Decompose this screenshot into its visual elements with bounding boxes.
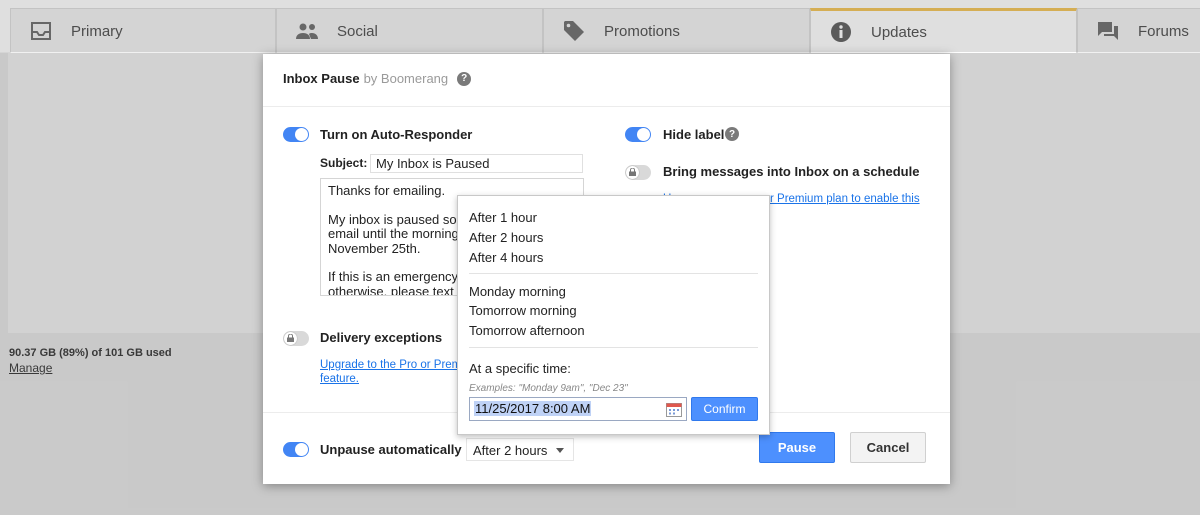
link-line: feature. (320, 373, 359, 385)
unpause-select-value: After 2 hours (473, 443, 548, 458)
option-after-4-hours[interactable]: After 4 hours (469, 250, 543, 265)
divider (263, 106, 950, 107)
confirm-button[interactable]: Confirm (691, 397, 758, 421)
help-icon[interactable]: ? (725, 127, 739, 141)
info-icon (829, 20, 853, 44)
pause-button[interactable]: Pause (759, 432, 835, 463)
dialog-byline: by Boomerang (363, 71, 449, 86)
tab-label: Updates (871, 23, 927, 41)
option-tomorrow-morning[interactable]: Tomorrow morning (469, 303, 577, 318)
cancel-button[interactable]: Cancel (850, 432, 926, 463)
popup-divider (469, 273, 758, 274)
option-after-2-hours[interactable]: After 2 hours (469, 230, 543, 245)
specific-time-value: 11/25/2017 8:00 AM (474, 401, 592, 416)
auto-responder-label: Turn on Auto-Responder (320, 127, 473, 142)
storage-used: 90.37 GB (89%) of 101 GB used (9, 347, 172, 359)
popup-divider (469, 347, 758, 348)
calendar-icon[interactable] (666, 402, 682, 417)
subject-input[interactable]: My Inbox is Paused (370, 154, 583, 173)
inbox-icon (29, 19, 53, 43)
people-icon (295, 19, 319, 43)
caret-down-icon (556, 448, 564, 453)
tab-label: Promotions (604, 22, 680, 40)
auto-responder-toggle[interactable] (283, 127, 309, 142)
schedule-label: Bring messages into Inbox on a schedule (663, 164, 920, 179)
specific-time-input[interactable]: 11/25/2017 8:00 AM (469, 397, 687, 421)
dialog-title-text: Inbox Pause (283, 71, 360, 86)
dialog-title: Inbox Pause by Boomerang ? (283, 71, 472, 86)
hide-label-label: Hide label (663, 127, 725, 142)
specific-time-examples: Examples: "Monday 9am", "Dec 23" (469, 383, 628, 394)
delivery-exceptions-label: Delivery exceptions (320, 330, 443, 345)
schedule-upgrade-link[interactable]: r Premium plan to enable this (770, 192, 920, 206)
unpause-label: Unpause automatically (320, 442, 462, 457)
category-tabs: Primary Social Promotions Updates Forums (0, 0, 1200, 53)
tag-icon (562, 19, 586, 43)
option-monday-morning[interactable]: Monday morning (469, 284, 566, 299)
tab-primary[interactable]: Primary (10, 8, 276, 53)
specific-time-label: At a specific time: (469, 361, 571, 376)
forum-icon (1096, 19, 1120, 43)
help-icon[interactable]: ? (457, 71, 472, 86)
tab-label: Forums (1138, 22, 1189, 40)
unpause-toggle[interactable] (283, 442, 309, 457)
option-after-1-hour[interactable]: After 1 hour (469, 210, 537, 225)
option-tomorrow-afternoon[interactable]: Tomorrow afternoon (469, 323, 585, 338)
link-line: Upgrade to the Pro or Prem (320, 359, 462, 371)
tab-label: Primary (71, 22, 123, 40)
tab-social[interactable]: Social (276, 8, 543, 53)
unpause-select[interactable]: After 2 hours (466, 438, 574, 461)
lock-icon (287, 334, 294, 342)
delivery-exceptions-toggle[interactable] (283, 331, 309, 346)
subject-label: Subject: (320, 156, 368, 170)
hide-label-toggle[interactable] (625, 127, 651, 142)
tab-forums[interactable]: Forums (1077, 8, 1200, 53)
delivery-upgrade-link[interactable]: Upgrade to the Pro or Prem feature. (320, 358, 461, 386)
manage-link[interactable]: Manage (9, 361, 172, 375)
tab-updates[interactable]: Updates (810, 8, 1077, 53)
storage-info: 90.37 GB (89%) of 101 GB used Manage (9, 347, 172, 375)
unpause-options-popup: After 1 hour After 2 hours After 4 hours… (457, 195, 770, 435)
tab-promotions[interactable]: Promotions (543, 8, 810, 53)
schedule-toggle[interactable] (625, 165, 651, 180)
lock-icon (629, 168, 636, 176)
tab-label: Social (337, 22, 378, 40)
